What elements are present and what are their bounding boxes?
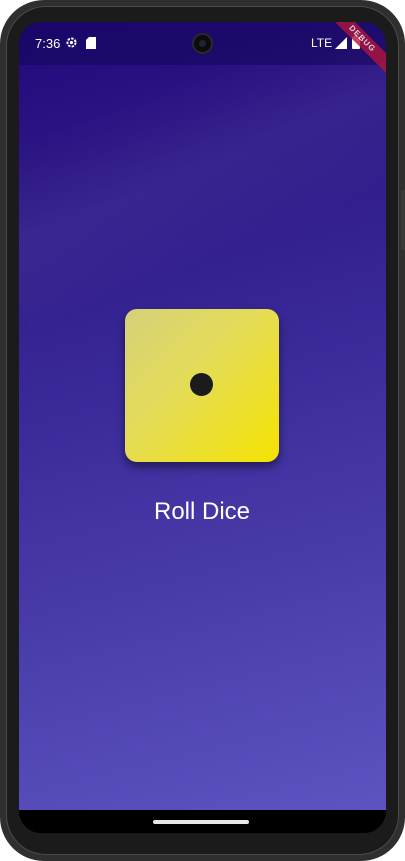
phone-screen: 7:36 LTE DEBUG Roll Dice xyxy=(19,22,386,833)
signal-icon xyxy=(335,37,347,49)
background-sheen xyxy=(19,22,386,333)
dice-face xyxy=(125,309,279,462)
home-indicator[interactable] xyxy=(153,820,249,824)
status-bar: 7:36 LTE xyxy=(19,22,386,65)
phone-frame: 7:36 LTE DEBUG Roll Dice xyxy=(0,0,405,861)
status-time: 7:36 xyxy=(35,36,61,51)
sd-card-icon xyxy=(86,37,96,49)
status-network-type: LTE xyxy=(311,36,333,50)
gear-icon xyxy=(66,37,77,48)
dice-pip xyxy=(190,373,213,396)
side-button-power xyxy=(401,190,405,250)
roll-dice-button[interactable]: Roll Dice xyxy=(117,492,287,532)
front-camera xyxy=(192,33,213,54)
navigation-bar xyxy=(19,810,386,833)
